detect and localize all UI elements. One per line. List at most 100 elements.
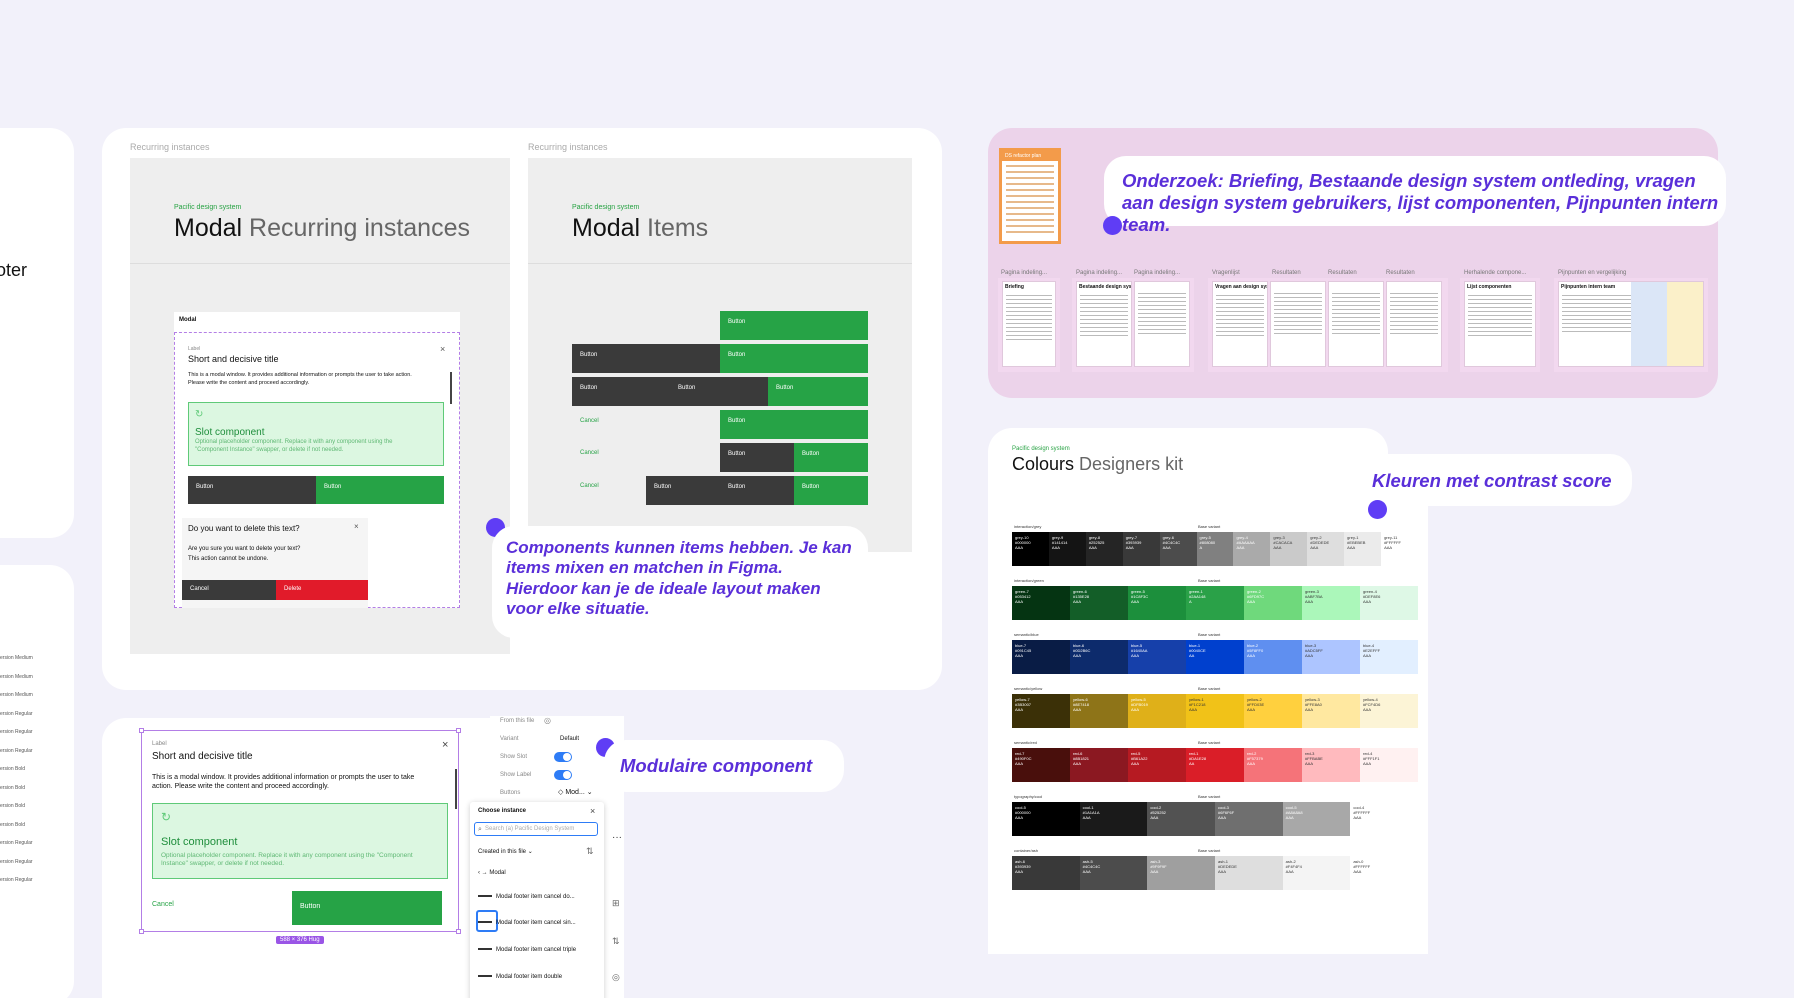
ds-refactor-doc[interactable]: DS refactor plan (999, 148, 1061, 244)
item-cancel-link[interactable]: Cancel (580, 450, 599, 456)
colour-swatch[interactable]: yellow-3 #FFE8A0 AAA (1302, 694, 1360, 728)
instance-item[interactable]: Modal footer item double (478, 974, 562, 980)
more-icon[interactable]: ··· (612, 832, 622, 843)
colour-swatch[interactable]: cool-2 #525252 AAA (1147, 802, 1215, 836)
colour-swatch[interactable]: red-4 #FFF1F1 AAA (1360, 748, 1418, 782)
colour-swatch[interactable]: yellow-6 #8E7418 AAA (1070, 694, 1128, 728)
colour-swatch[interactable]: yellow-1 #F1C218 AAA (1186, 694, 1244, 728)
colour-swatch[interactable]: red-5 #B61A22 AAA (1128, 748, 1186, 782)
style-list-item[interactable]: ersion Regular (0, 877, 46, 896)
style-list-item[interactable]: ersion Medium (0, 655, 46, 674)
breadcrumb[interactable]: ‹ → Modal (478, 870, 506, 876)
modal-component[interactable]: Modal Label Short and decisive title × T… (174, 312, 460, 608)
item-button-green[interactable]: Button (720, 344, 868, 373)
colour-swatch[interactable]: red-1 #DA1E28 AA (1186, 748, 1244, 782)
frame-modal-recurring[interactable]: Pacific design system Modal Recurring in… (130, 158, 510, 654)
variant-select[interactable]: Default (560, 736, 579, 742)
colour-swatch[interactable]: cool-5 #000000 AAA (1012, 802, 1080, 836)
item-button-dark[interactable]: Button (572, 377, 670, 406)
primary-button[interactable]: Button (292, 891, 442, 925)
doc-group-ontleding[interactable]: Bestaande design system ontleding (1072, 278, 1194, 372)
comment-dot[interactable] (1103, 216, 1122, 235)
colour-swatch[interactable]: blue-4 #E2EFFF AAA (1360, 640, 1418, 674)
item-button-green[interactable]: Button (794, 443, 868, 472)
colour-swatch[interactable]: blue-5 #1640AA AAA (1128, 640, 1186, 674)
instance-item-selected[interactable]: Modal footer item cancel sin... (478, 920, 576, 926)
resize-handle[interactable] (456, 728, 461, 733)
item-button-dark[interactable]: Button (646, 476, 720, 505)
style-list-item[interactable]: ersion Regular (0, 840, 46, 859)
sort-icon[interactable]: ⇅ (586, 846, 594, 857)
instance-item[interactable]: Modal footer item cancel do... (478, 894, 575, 900)
colour-swatch[interactable]: blue-6 #0D2B6C AAA (1070, 640, 1128, 674)
style-list-item[interactable]: ersion Regular (0, 748, 46, 767)
colour-swatch[interactable]: green-6 #135E28 AAA (1070, 586, 1128, 620)
instance-search-input[interactable]: Search (a) Pacific Design System (474, 822, 598, 836)
show-slot-toggle[interactable] (554, 752, 572, 762)
style-list-item[interactable]: ersion Medium (0, 674, 46, 693)
component-icon[interactable]: ⊞ (612, 898, 620, 909)
colour-swatch[interactable]: yellow-5 #DFB019 AAA (1128, 694, 1186, 728)
close-icon[interactable]: × (590, 806, 595, 816)
doc-group-briefing[interactable]: Briefing (998, 278, 1060, 372)
resize-handle[interactable] (456, 929, 461, 934)
colour-swatch[interactable]: ash-3 #9F9F9F AAA (1147, 856, 1215, 890)
colour-swatch[interactable]: grey-5 #808080 A (1196, 532, 1234, 566)
style-list-item[interactable]: ersion Bold (0, 803, 46, 822)
colour-swatch[interactable]: ash-0 #FFFFFF AAA (1350, 856, 1418, 890)
choose-instance-popup[interactable]: Choose instance × Search (a) Pacific Des… (470, 802, 604, 998)
style-list-item[interactable]: ersion Regular (0, 859, 46, 878)
scrollbar[interactable] (450, 372, 452, 404)
style-list-item[interactable]: ersion Regular (0, 729, 46, 748)
filter-select[interactable]: Created in this file ⌄ (478, 848, 533, 855)
target-icon[interactable]: ◎ (612, 972, 620, 983)
colour-swatch[interactable]: red-6 #8B1821 AAA (1070, 748, 1128, 782)
colour-swatch[interactable]: grey-8 #252525 AAA (1085, 532, 1123, 566)
colour-swatch[interactable]: grey-10 #000000 AAA (1012, 532, 1049, 566)
style-list-item[interactable]: ersion Medium (0, 692, 46, 711)
button-dark[interactable]: Button (188, 476, 316, 504)
colour-swatch[interactable]: yellow-4 #FCF4D6 AAA (1360, 694, 1418, 728)
colour-swatch[interactable]: yellow-2 #FFD03E AAA (1244, 694, 1302, 728)
colour-swatch[interactable]: green-7 #053412 AAA (1012, 586, 1070, 620)
sort-icon[interactable]: ⇅ (612, 936, 620, 947)
close-icon[interactable]: × (354, 522, 359, 531)
scrollbar[interactable] (455, 769, 457, 809)
style-list-item[interactable]: ersion Bold (0, 822, 46, 841)
buttons-instance-select[interactable]: ◇ Mod... ⌄ (558, 788, 593, 796)
colour-swatch[interactable]: green-1 #2AA148 A (1186, 586, 1244, 620)
colour-swatch[interactable]: grey-3 #CACACA AAA (1270, 532, 1308, 566)
cancel-button[interactable]: Cancel (182, 580, 276, 600)
colour-swatch[interactable]: cool-4 #FFFFFF AAA (1350, 802, 1418, 836)
colour-swatch[interactable]: ash-2 #F4F4F4 AAA (1282, 856, 1351, 890)
resize-handle[interactable] (139, 929, 144, 934)
colour-swatch[interactable]: grey-1 #EBEBEB AAA (1344, 532, 1382, 566)
colour-swatch[interactable]: yellow-7 #3B3007 AAA (1012, 694, 1070, 728)
target-icon[interactable]: ◎ (544, 716, 551, 725)
button-green[interactable]: Button (316, 476, 444, 504)
style-list-item[interactable]: ersion Bold (0, 785, 46, 804)
item-button-green[interactable]: Button (768, 377, 868, 406)
colour-swatch[interactable]: green-4 #DEF8E6 AAA (1360, 586, 1418, 620)
doc-group-pijnpunten[interactable]: Pijnpunten intern team (1554, 278, 1708, 372)
colour-swatch[interactable]: red-2 #F57379 AAA (1244, 748, 1302, 782)
close-icon[interactable]: × (440, 344, 445, 354)
style-list-item[interactable]: ersion Regular (0, 711, 46, 730)
item-button-green[interactable]: Button (720, 311, 868, 340)
colour-swatch[interactable]: red-3 #FFBABE AAA (1302, 748, 1360, 782)
colour-swatch[interactable]: grey-4 #AAAAAA AAA (1233, 532, 1271, 566)
colour-swatch[interactable]: cool-5 #A8A8A8 AAA (1282, 802, 1351, 836)
item-cancel-link[interactable]: Cancel (580, 483, 599, 489)
colour-swatch[interactable]: blue-7 #091C45 AAA (1012, 640, 1070, 674)
item-button-dark[interactable]: Button (720, 476, 794, 505)
resize-handle[interactable] (139, 728, 144, 733)
cancel-link[interactable]: Cancel (152, 901, 174, 908)
colour-swatch[interactable]: grey-11 #FFFFFF AAA (1381, 532, 1418, 566)
show-label-toggle[interactable] (554, 770, 572, 780)
colour-swatch[interactable]: grey-6 #4C4C4C AAA (1159, 532, 1197, 566)
colour-swatch[interactable]: green-2 #6FD97C AAA (1244, 586, 1302, 620)
colour-swatch[interactable]: ash-6 #393939 AAA (1012, 856, 1080, 890)
colour-swatch[interactable]: cool-1 #1A1A1A AAA (1079, 802, 1148, 836)
item-button-green[interactable]: Button (794, 476, 868, 505)
item-button-dark[interactable]: Button (572, 344, 720, 373)
